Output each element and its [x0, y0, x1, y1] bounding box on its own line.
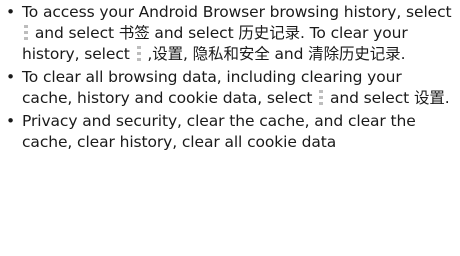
bullet-dot: • — [6, 68, 16, 86]
item-text: Privacy and security, clear the cache, a… — [22, 112, 416, 151]
item-text: and select 设置. — [325, 89, 450, 107]
instruction-list: • To access your Android Browser browsin… — [0, 2, 460, 155]
bullet-dot: • — [6, 3, 16, 21]
bullet-dot: • — [6, 112, 16, 130]
list-item: • Privacy and security, clear the cache,… — [0, 111, 460, 153]
menu-icon — [136, 46, 141, 61]
list-item: • To access your Android Browser browsin… — [0, 2, 460, 65]
item-text: ,设置, 隐私和安全 and 清除历史记录. — [142, 45, 406, 63]
menu-icon — [319, 90, 324, 105]
menu-icon — [24, 25, 28, 40]
list-item: • To clear all browsing data, including … — [0, 67, 460, 109]
item-text: To access your Android Browser browsing … — [22, 3, 452, 21]
